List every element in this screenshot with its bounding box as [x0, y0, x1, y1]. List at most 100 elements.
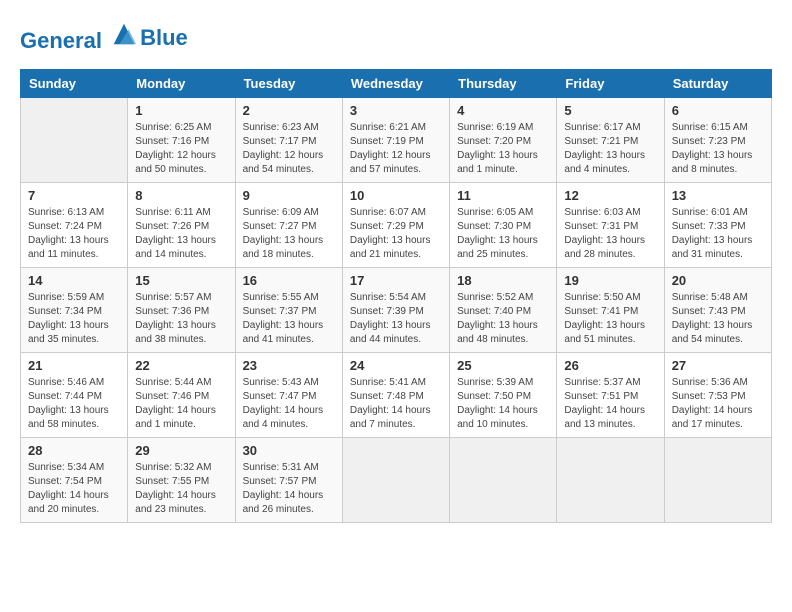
logo-blue-text: Blue — [140, 26, 188, 50]
calendar-cell: 21 Sunrise: 5:46 AM Sunset: 7:44 PM Dayli… — [21, 353, 128, 438]
day-number: 27 — [672, 358, 764, 373]
day-info: Sunrise: 6:25 AM Sunset: 7:16 PM Dayligh… — [135, 121, 227, 177]
day-number: 15 — [135, 273, 227, 288]
day-number: 14 — [28, 273, 120, 288]
calendar-cell: 26 Sunrise: 5:37 AM Sunset: 7:51 PM Dayli… — [557, 353, 664, 438]
day-info: Sunrise: 5:36 AM Sunset: 7:53 PM Dayligh… — [672, 376, 764, 432]
day-number: 16 — [243, 273, 335, 288]
calendar-cell — [664, 438, 771, 523]
calendar-cell: 6Sunrise: 6:15 AM Sunset: 7:23 PM Daylig… — [664, 98, 771, 183]
day-number: 4 — [457, 103, 549, 118]
day-info: Sunrise: 6:23 AM Sunset: 7:17 PM Dayligh… — [243, 121, 335, 177]
day-number: 3 — [350, 103, 442, 118]
calendar-week-row: 21 Sunrise: 5:46 AM Sunset: 7:44 PM Dayli… — [21, 353, 772, 438]
day-number: 30 — [243, 443, 335, 458]
calendar-cell: 18 Sunrise: 5:52 AM Sunset: 7:40 PM Dayli… — [450, 268, 557, 353]
calendar-table: SundayMondayTuesdayWednesdayThursdayFrid… — [20, 69, 772, 523]
calendar-week-row: 7 Sunrise: 6:13 AM Sunset: 7:24 PM Daylig… — [21, 183, 772, 268]
calendar-cell — [342, 438, 449, 523]
day-number: 12 — [564, 188, 656, 203]
calendar-cell: 12 Sunrise: 6:03 AM Sunset: 7:31 PM Dayli… — [557, 183, 664, 268]
calendar-week-row: 14 Sunrise: 5:59 AM Sunset: 7:34 PM Dayli… — [21, 268, 772, 353]
weekday-header-tuesday: Tuesday — [235, 70, 342, 98]
calendar-cell: 27 Sunrise: 5:36 AM Sunset: 7:53 PM Dayli… — [664, 353, 771, 438]
weekday-header-monday: Monday — [128, 70, 235, 98]
calendar-cell: 13Sunrise: 6:01 AM Sunset: 7:33 PM Dayli… — [664, 183, 771, 268]
day-info: Sunrise: 6:13 AM Sunset: 7:24 PM Dayligh… — [28, 206, 120, 262]
day-number: 26 — [564, 358, 656, 373]
calendar-cell — [450, 438, 557, 523]
calendar-cell: 1 Sunrise: 6:25 AM Sunset: 7:16 PM Daylig… — [128, 98, 235, 183]
logo-text: General — [20, 20, 138, 53]
day-number: 25 — [457, 358, 549, 373]
calendar-cell: 9 Sunrise: 6:09 AM Sunset: 7:27 PM Daylig… — [235, 183, 342, 268]
day-number: 5 — [564, 103, 656, 118]
day-number: 1 — [135, 103, 227, 118]
weekday-header-sunday: Sunday — [21, 70, 128, 98]
calendar-cell: 2 Sunrise: 6:23 AM Sunset: 7:17 PM Daylig… — [235, 98, 342, 183]
calendar-cell: 29 Sunrise: 5:32 AM Sunset: 7:55 PM Dayli… — [128, 438, 235, 523]
day-info: Sunrise: 5:59 AM Sunset: 7:34 PM Dayligh… — [28, 291, 120, 347]
day-info: Sunrise: 6:05 AM Sunset: 7:30 PM Dayligh… — [457, 206, 549, 262]
calendar-cell: 24 Sunrise: 5:41 AM Sunset: 7:48 PM Dayli… — [342, 353, 449, 438]
day-info: Sunrise: 6:19 AM Sunset: 7:20 PM Dayligh… — [457, 121, 549, 177]
day-number: 23 — [243, 358, 335, 373]
day-info: Sunrise: 5:54 AM Sunset: 7:39 PM Dayligh… — [350, 291, 442, 347]
day-info: Sunrise: 5:41 AM Sunset: 7:48 PM Dayligh… — [350, 376, 442, 432]
weekday-header-friday: Friday — [557, 70, 664, 98]
calendar-cell: 17 Sunrise: 5:54 AM Sunset: 7:39 PM Dayli… — [342, 268, 449, 353]
day-info: Sunrise: 5:34 AM Sunset: 7:54 PM Dayligh… — [28, 461, 120, 517]
day-info: Sunrise: 6:11 AM Sunset: 7:26 PM Dayligh… — [135, 206, 227, 262]
calendar-cell: 23 Sunrise: 5:43 AM Sunset: 7:47 PM Dayli… — [235, 353, 342, 438]
day-info: Sunrise: 6:21 AM Sunset: 7:19 PM Dayligh… — [350, 121, 442, 177]
calendar-cell: 3 Sunrise: 6:21 AM Sunset: 7:19 PM Daylig… — [342, 98, 449, 183]
calendar-cell: 14 Sunrise: 5:59 AM Sunset: 7:34 PM Dayli… — [21, 268, 128, 353]
day-number: 17 — [350, 273, 442, 288]
day-info: Sunrise: 6:03 AM Sunset: 7:31 PM Dayligh… — [564, 206, 656, 262]
day-number: 2 — [243, 103, 335, 118]
logo-icon — [110, 20, 138, 48]
day-info: Sunrise: 6:17 AM Sunset: 7:21 PM Dayligh… — [564, 121, 656, 177]
day-info: Sunrise: 5:39 AM Sunset: 7:50 PM Dayligh… — [457, 376, 549, 432]
calendar-cell — [21, 98, 128, 183]
weekday-header-thursday: Thursday — [450, 70, 557, 98]
logo: General Blue — [20, 20, 188, 53]
calendar-cell: 22Sunrise: 5:44 AM Sunset: 7:46 PM Dayli… — [128, 353, 235, 438]
calendar-cell: 30Sunrise: 5:31 AM Sunset: 7:57 PM Dayli… — [235, 438, 342, 523]
day-number: 9 — [243, 188, 335, 203]
day-info: Sunrise: 5:48 AM Sunset: 7:43 PM Dayligh… — [672, 291, 764, 347]
day-number: 28 — [28, 443, 120, 458]
day-number: 21 — [28, 358, 120, 373]
day-number: 10 — [350, 188, 442, 203]
day-number: 24 — [350, 358, 442, 373]
calendar-cell: 28 Sunrise: 5:34 AM Sunset: 7:54 PM Dayli… — [21, 438, 128, 523]
calendar-cell: 15 Sunrise: 5:57 AM Sunset: 7:36 PM Dayli… — [128, 268, 235, 353]
weekday-header-row: SundayMondayTuesdayWednesdayThursdayFrid… — [21, 70, 772, 98]
day-info: Sunrise: 6:09 AM Sunset: 7:27 PM Dayligh… — [243, 206, 335, 262]
calendar-cell: 25 Sunrise: 5:39 AM Sunset: 7:50 PM Dayli… — [450, 353, 557, 438]
day-number: 18 — [457, 273, 549, 288]
day-info: Sunrise: 5:37 AM Sunset: 7:51 PM Dayligh… — [564, 376, 656, 432]
calendar-cell: 4 Sunrise: 6:19 AM Sunset: 7:20 PM Daylig… — [450, 98, 557, 183]
day-number: 11 — [457, 188, 549, 203]
calendar-cell: 10 Sunrise: 6:07 AM Sunset: 7:29 PM Dayli… — [342, 183, 449, 268]
day-number: 8 — [135, 188, 227, 203]
calendar-cell: 8 Sunrise: 6:11 AM Sunset: 7:26 PM Daylig… — [128, 183, 235, 268]
day-number: 20 — [672, 273, 764, 288]
weekday-header-wednesday: Wednesday — [342, 70, 449, 98]
calendar-cell: 7 Sunrise: 6:13 AM Sunset: 7:24 PM Daylig… — [21, 183, 128, 268]
day-number: 7 — [28, 188, 120, 203]
day-info: Sunrise: 5:46 AM Sunset: 7:44 PM Dayligh… — [28, 376, 120, 432]
day-info: Sunrise: 5:50 AM Sunset: 7:41 PM Dayligh… — [564, 291, 656, 347]
day-info: Sunrise: 5:43 AM Sunset: 7:47 PM Dayligh… — [243, 376, 335, 432]
calendar-week-row: 28 Sunrise: 5:34 AM Sunset: 7:54 PM Dayli… — [21, 438, 772, 523]
day-info: Sunrise: 6:07 AM Sunset: 7:29 PM Dayligh… — [350, 206, 442, 262]
calendar-cell: 16Sunrise: 5:55 AM Sunset: 7:37 PM Dayli… — [235, 268, 342, 353]
day-info: Sunrise: 5:52 AM Sunset: 7:40 PM Dayligh… — [457, 291, 549, 347]
day-number: 29 — [135, 443, 227, 458]
day-number: 19 — [564, 273, 656, 288]
calendar-cell: 19 Sunrise: 5:50 AM Sunset: 7:41 PM Dayli… — [557, 268, 664, 353]
day-info: Sunrise: 5:32 AM Sunset: 7:55 PM Dayligh… — [135, 461, 227, 517]
day-info: Sunrise: 5:57 AM Sunset: 7:36 PM Dayligh… — [135, 291, 227, 347]
weekday-header-saturday: Saturday — [664, 70, 771, 98]
